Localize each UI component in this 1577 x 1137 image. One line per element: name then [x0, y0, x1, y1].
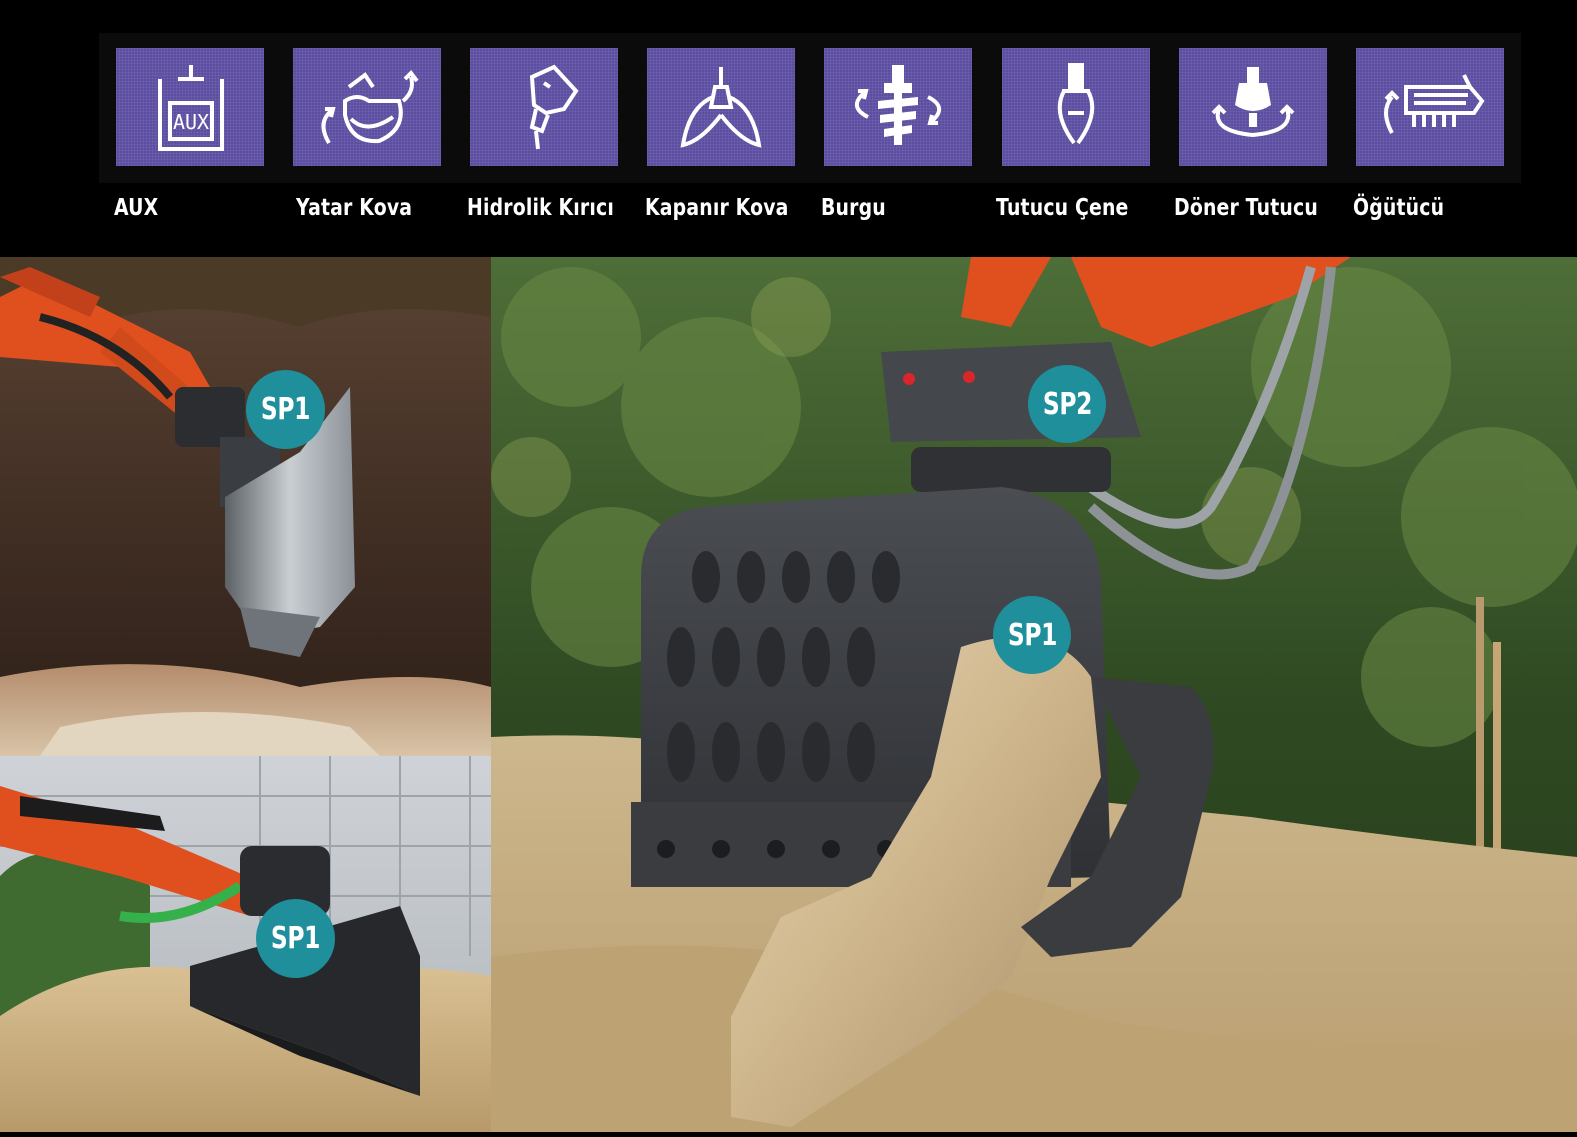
clamshell-bucket-icon	[680, 67, 762, 148]
label-aux: AUX	[114, 195, 159, 221]
label-auger: Burgu	[821, 195, 886, 221]
mode-tile-clamshell-bucket	[647, 48, 795, 166]
tilt-bucket-icon	[321, 69, 419, 145]
sand-bucket-photo-illustration	[0, 756, 491, 1132]
label-rotating-grapple: Döner Tutucu	[1174, 195, 1318, 221]
mulcher-icon	[1384, 74, 1485, 134]
hydraulic-breaker-icon	[529, 64, 579, 150]
mode-tile-mulcher	[1356, 48, 1504, 166]
auger-icon	[855, 65, 941, 145]
attachment-mode-strip: AUX AUX Yatar Kova Hidrolik Kırıcı Kapan…	[0, 0, 1577, 257]
photo-rotating-grapple-rock: SP2 SP1	[491, 257, 1577, 1132]
sp1-badge-bottom-left: SP1	[256, 899, 335, 978]
aux-icon: AUX	[158, 65, 224, 151]
grapple-jaw-icon	[1057, 63, 1095, 145]
label-clamshell-bucket: Kapanır Kova	[645, 195, 789, 221]
label-tilt-bucket: Yatar Kova	[296, 195, 413, 221]
tilt-bucket-photo-illustration	[0, 257, 491, 756]
mode-tile-auger	[824, 48, 972, 166]
mode-tile-grapple-jaw	[1002, 48, 1150, 166]
sp1-badge-top-left: SP1	[246, 370, 325, 449]
aux-icon-text: AUX	[173, 110, 209, 134]
mode-tile-aux: AUX	[116, 48, 264, 166]
icon-panel: AUX	[99, 33, 1521, 183]
mode-tile-tilt-bucket	[293, 48, 441, 166]
label-grapple-jaw: Tutucu Çene	[996, 195, 1129, 221]
sp1-badge-main: SP1	[993, 596, 1071, 674]
sp2-badge-main: SP2	[1028, 365, 1106, 443]
label-mulcher: Öğütücü	[1353, 195, 1445, 221]
label-hydraulic-breaker: Hidrolik Kırıcı	[467, 195, 614, 221]
photo-tilt-bucket-trench: SP1	[0, 257, 491, 756]
mode-tile-hydraulic-breaker	[470, 48, 618, 166]
rotating-grapple-icon	[1211, 67, 1295, 138]
photo-tilt-bucket-sand: SP1	[0, 756, 491, 1132]
mode-tile-rotating-grapple	[1179, 48, 1327, 166]
